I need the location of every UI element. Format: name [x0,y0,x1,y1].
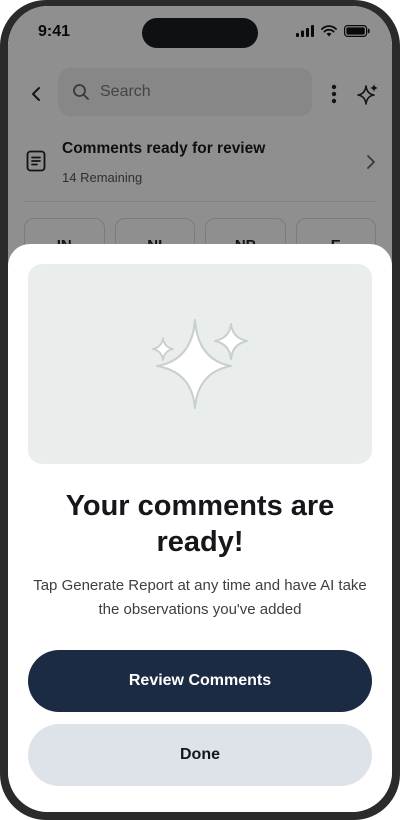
review-comments-button[interactable]: Review Comments [28,650,372,712]
hero-illustration [28,264,372,464]
sparkles-icon [152,319,248,409]
done-button[interactable]: Done [28,724,372,786]
screen: 9:41 Search Comments ready for review 14… [8,6,392,812]
sheet-title: Your comments are ready! [65,490,335,558]
phone-frame: 9:41 Search Comments ready for review 14… [0,0,400,820]
sheet-description: Tap Generate Report at any time and have… [33,577,367,618]
bottom-sheet: Your comments are ready! Tap Generate Re… [8,244,392,812]
